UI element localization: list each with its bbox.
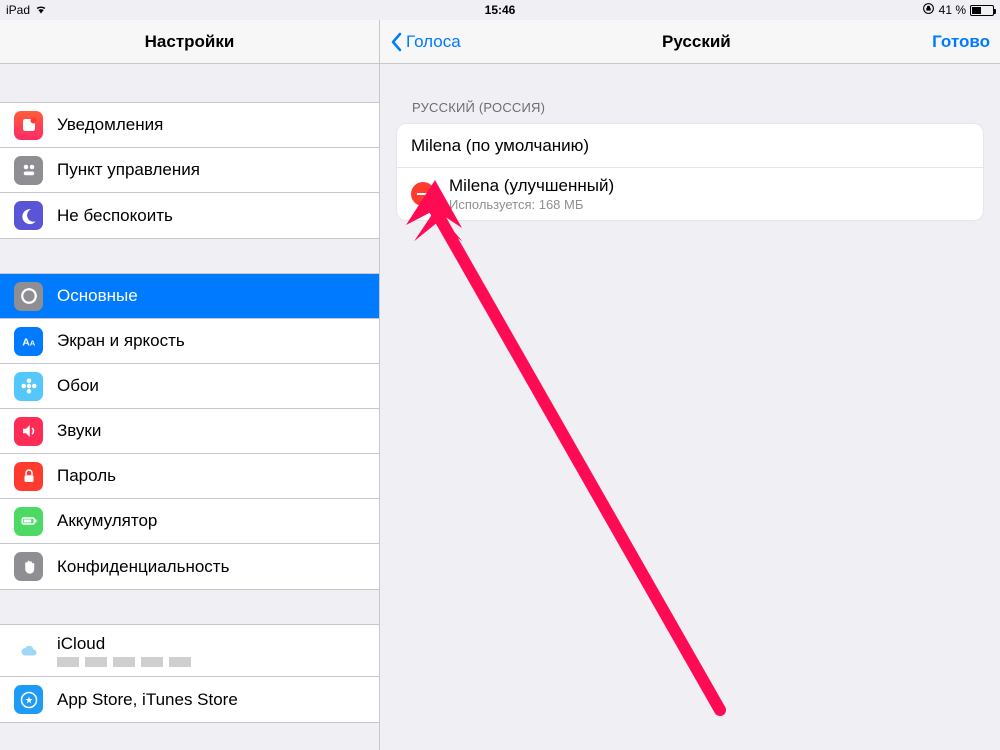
sidebar-group-1: Уведомления Пункт управления Не беспокои… bbox=[0, 102, 379, 239]
sidebar-item-label: Пароль bbox=[57, 466, 116, 486]
sidebar-item-label: iCloud bbox=[57, 634, 197, 654]
text-size-icon: AA bbox=[14, 327, 43, 356]
sidebar-item-label: Аккумулятор bbox=[57, 511, 157, 531]
battery-icon bbox=[970, 5, 994, 16]
detail-header: Голоса Русский Готово bbox=[380, 20, 1000, 64]
back-label: Голоса bbox=[406, 32, 461, 52]
svg-text:A: A bbox=[29, 339, 35, 348]
voice-name: Milena (по умолчанию) bbox=[411, 136, 589, 156]
chevron-left-icon bbox=[390, 32, 402, 52]
settings-sidebar: Настройки Уведомления Пункт управления Н… bbox=[0, 20, 380, 750]
minus-icon bbox=[417, 193, 429, 195]
voice-list: Milena (по умолчанию) Milena (улучшенный… bbox=[396, 123, 984, 221]
sidebar-item-icloud[interactable]: iCloud bbox=[0, 625, 379, 677]
battery-settings-icon bbox=[14, 507, 43, 536]
sidebar-group-3: iCloud App Store, iTunes Store bbox=[0, 624, 379, 723]
sidebar-item-sounds[interactable]: Звуки bbox=[0, 409, 379, 454]
sidebar-item-general[interactable]: Основные bbox=[0, 274, 379, 319]
appstore-icon bbox=[14, 685, 43, 714]
sidebar-item-wallpaper[interactable]: Обои bbox=[0, 364, 379, 409]
voice-row-default[interactable]: Milena (по умолчанию) bbox=[397, 124, 983, 168]
sidebar-item-label: Основные bbox=[57, 286, 138, 306]
device-name: iPad bbox=[6, 3, 30, 17]
sidebar-item-label: Экран и яркость bbox=[57, 331, 185, 351]
moon-icon bbox=[14, 201, 43, 230]
sidebar-item-privacy[interactable]: Конфиденциальность bbox=[0, 544, 379, 589]
flower-icon bbox=[14, 372, 43, 401]
hand-icon bbox=[14, 552, 43, 581]
notifications-icon bbox=[14, 111, 43, 140]
status-bar: iPad 15:46 41 % bbox=[0, 0, 1000, 20]
sidebar-item-battery[interactable]: Аккумулятор bbox=[0, 499, 379, 544]
clock: 15:46 bbox=[485, 3, 516, 17]
control-center-icon bbox=[14, 156, 43, 185]
section-header: РУССКИЙ (РОССИЯ) bbox=[380, 64, 1000, 123]
speaker-icon bbox=[14, 417, 43, 446]
sidebar-item-label: Конфиденциальность bbox=[57, 557, 229, 577]
sidebar-item-dnd[interactable]: Не беспокоить bbox=[0, 193, 379, 238]
done-button[interactable]: Готово bbox=[932, 32, 990, 52]
detail-pane: Голоса Русский Готово РУССКИЙ (РОССИЯ) M… bbox=[380, 20, 1000, 750]
sidebar-item-label: Обои bbox=[57, 376, 99, 396]
page-title: Русский bbox=[662, 32, 731, 52]
sidebar-title: Настройки bbox=[0, 20, 379, 64]
sidebar-item-label: Пункт управления bbox=[57, 160, 200, 180]
sidebar-item-passcode[interactable]: Пароль bbox=[0, 454, 379, 499]
delete-button[interactable] bbox=[411, 182, 435, 206]
rotation-lock-icon bbox=[922, 2, 935, 18]
back-button[interactable]: Голоса bbox=[390, 32, 461, 52]
cloud-icon bbox=[14, 636, 43, 665]
sidebar-item-notifications[interactable]: Уведомления bbox=[0, 103, 379, 148]
sidebar-item-control-center[interactable]: Пункт управления bbox=[0, 148, 379, 193]
voice-name: Milena (улучшенный) bbox=[449, 176, 614, 196]
sidebar-item-appstore[interactable]: App Store, iTunes Store bbox=[0, 677, 379, 722]
wifi-icon bbox=[34, 3, 48, 17]
sidebar-item-label: Звуки bbox=[57, 421, 101, 441]
icloud-account-redacted bbox=[57, 657, 197, 667]
voice-row-enhanced[interactable]: Milena (улучшенный) Используется: 168 МБ bbox=[397, 168, 983, 220]
sidebar-group-2: Основные AA Экран и яркость Обои Звуки П… bbox=[0, 273, 379, 590]
sidebar-item-display[interactable]: AA Экран и яркость bbox=[0, 319, 379, 364]
sidebar-item-label: Не беспокоить bbox=[57, 206, 173, 226]
gear-icon bbox=[14, 282, 43, 311]
voice-size: Используется: 168 МБ bbox=[449, 197, 614, 212]
sidebar-item-label: App Store, iTunes Store bbox=[57, 690, 238, 710]
lock-icon bbox=[14, 462, 43, 491]
battery-percent: 41 % bbox=[939, 3, 966, 17]
sidebar-item-label: Уведомления bbox=[57, 115, 163, 135]
